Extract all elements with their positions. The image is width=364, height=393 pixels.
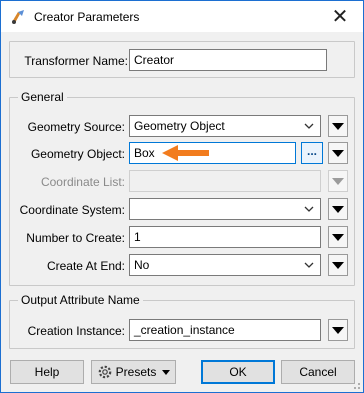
creation-instance-input[interactable]: _creation_instance xyxy=(129,319,321,341)
title-bar: Creator Parameters ✕ xyxy=(1,1,363,32)
window-title: Creator Parameters xyxy=(34,10,140,24)
close-button[interactable]: ✕ xyxy=(317,1,363,31)
geometry-source-label: Geometry Source: xyxy=(27,120,125,134)
triangle-down-icon xyxy=(332,122,344,130)
geometry-object-input[interactable]: Box xyxy=(129,142,296,164)
coordinate-list-menu-button xyxy=(328,170,348,192)
create-at-end-menu-button[interactable] xyxy=(328,254,348,276)
triangle-down-icon xyxy=(162,369,171,375)
geometry-object-browse-button[interactable]: ... xyxy=(301,142,323,164)
transformer-name-group: Transformer Name: Creator xyxy=(9,41,355,78)
triangle-down-icon xyxy=(332,233,344,241)
number-to-create-menu-button[interactable] xyxy=(328,226,348,248)
geometry-source-select[interactable]: Geometry Object xyxy=(129,115,321,137)
gear-icon xyxy=(98,365,111,379)
creation-instance-menu-button[interactable] xyxy=(328,319,348,341)
geometry-source-menu-button[interactable] xyxy=(328,115,348,137)
general-group-label: General xyxy=(18,89,67,105)
triangle-down-icon xyxy=(332,261,344,269)
coordinate-list-label: Coordinate List: xyxy=(40,175,125,189)
triangle-down-icon xyxy=(332,205,344,213)
creation-instance-label: Creation Instance: xyxy=(27,324,125,338)
number-to-create-label: Number to Create: xyxy=(26,231,125,245)
output-attribute-group-label: Output Attribute Name xyxy=(18,292,143,308)
geometry-object-menu-button[interactable] xyxy=(328,142,348,164)
help-button[interactable]: Help xyxy=(10,360,84,384)
number-to-create-input[interactable]: 1 xyxy=(129,226,321,248)
cancel-button[interactable]: Cancel xyxy=(281,360,355,384)
orange-arrow-icon xyxy=(162,145,209,161)
chevron-down-icon xyxy=(304,123,314,129)
create-at-end-select[interactable]: No xyxy=(129,254,321,276)
triangle-down-icon xyxy=(332,326,344,334)
presets-button-label: Presets xyxy=(115,365,157,379)
create-at-end-label: Create At End: xyxy=(46,259,125,273)
creator-parameters-dialog: Creator Parameters ✕ Transformer Name: C… xyxy=(0,0,364,393)
ok-button[interactable]: OK xyxy=(201,360,275,384)
create-at-end-value: No xyxy=(134,258,150,272)
transformer-name-input[interactable]: Creator xyxy=(129,49,327,71)
coordinate-list-input xyxy=(129,170,321,192)
ok-button-label: OK xyxy=(229,365,247,379)
general-group: General Geometry Source: Geometry Object… xyxy=(9,89,355,286)
coordinate-system-select[interactable] xyxy=(129,198,321,220)
geometry-object-label: Geometry Object: xyxy=(30,147,125,161)
resize-grip-icon[interactable] xyxy=(351,380,361,390)
chevron-down-icon xyxy=(304,206,314,212)
chevron-down-icon xyxy=(304,262,314,268)
triangle-down-icon xyxy=(332,177,344,185)
coordinate-system-menu-button[interactable] xyxy=(328,198,348,220)
help-button-label: Help xyxy=(34,365,60,379)
coordinate-system-label: Coordinate System: xyxy=(19,203,125,217)
transformer-name-label: Transformer Name: xyxy=(24,54,128,68)
presets-button[interactable]: Presets xyxy=(91,360,176,384)
fme-transformer-icon xyxy=(12,10,24,24)
close-icon: ✕ xyxy=(331,4,349,28)
geometry-source-value: Geometry Object xyxy=(134,119,225,133)
output-attribute-group: Output Attribute Name Creation Instance:… xyxy=(9,292,355,349)
triangle-down-icon xyxy=(332,149,344,157)
cancel-button-label: Cancel xyxy=(299,365,337,379)
